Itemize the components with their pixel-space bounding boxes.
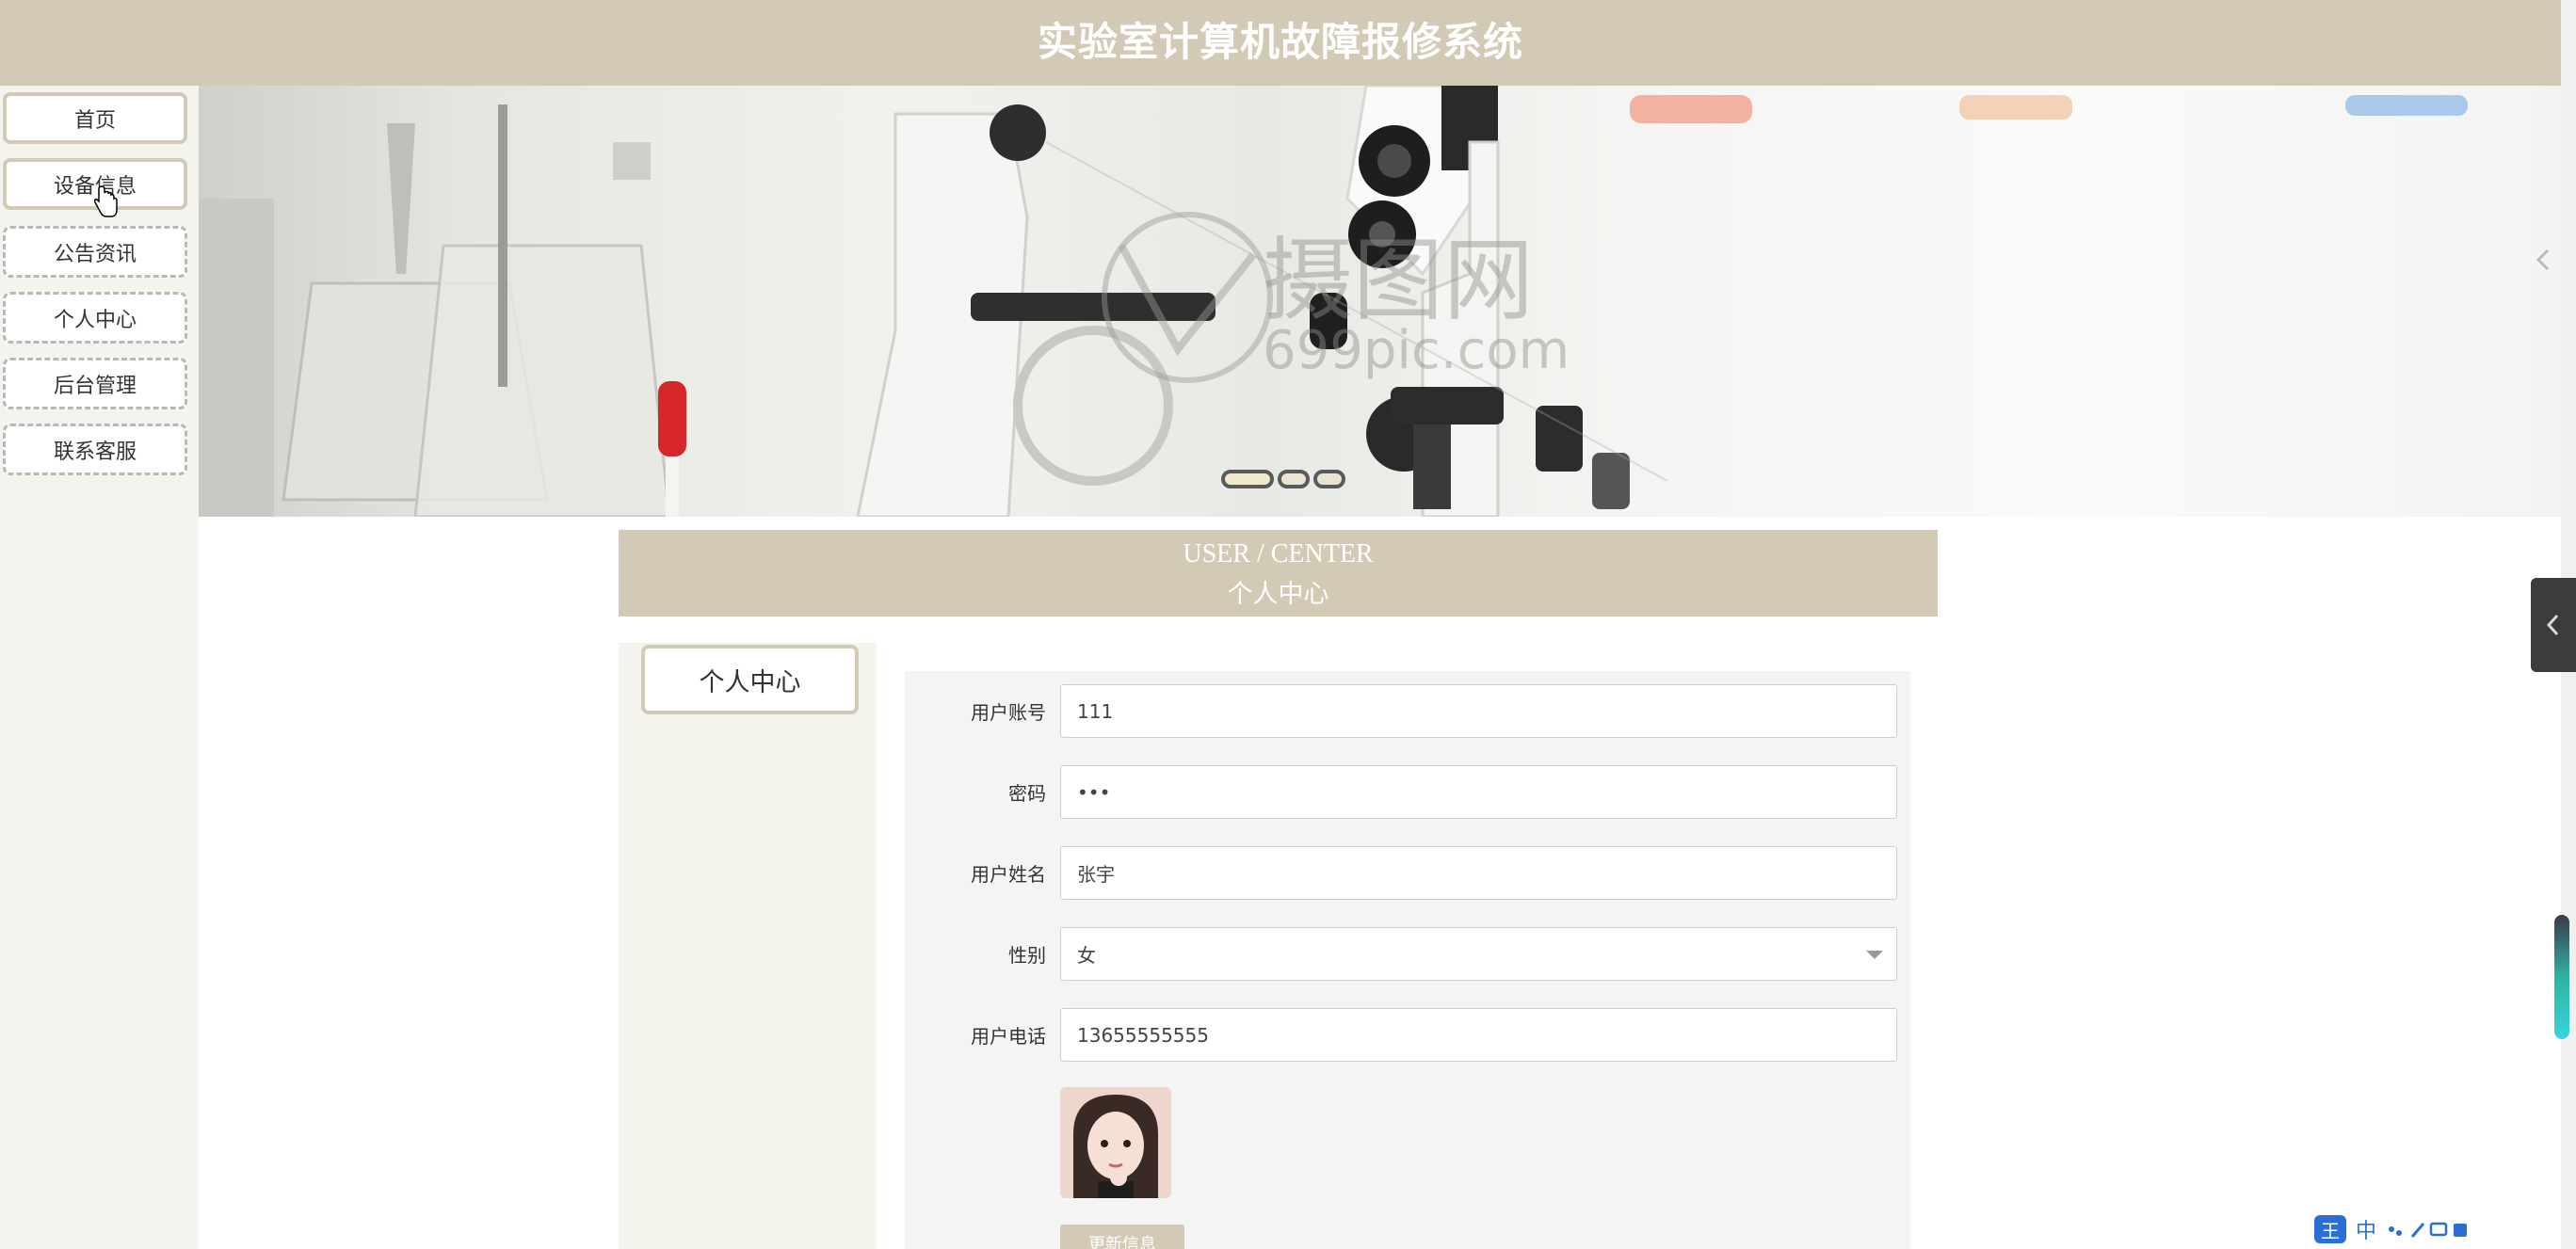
ime-logo-icon[interactable]: 王	[2314, 1215, 2346, 1243]
carousel-indicators	[1221, 470, 1345, 488]
chevron-left-icon	[2546, 614, 2559, 636]
banner-watermark-en: 699pic.com	[1263, 320, 1570, 381]
carousel-dot-2[interactable]	[1278, 470, 1310, 488]
system-tray: 王 中	[2314, 1215, 2471, 1243]
sidebar-nav: 首页 设备信息 公告资讯 个人中心 后台管理 联系客服	[0, 86, 199, 1249]
user-side-panel: 个人中心	[619, 643, 877, 1249]
banner-carousel: 摄图网 699pic.com	[199, 86, 2561, 517]
personal-center-button[interactable]: 个人中心	[641, 645, 859, 714]
nav-item-announcements[interactable]: 公告资讯	[3, 226, 187, 278]
username-label: 用户账号	[971, 701, 1046, 724]
fullname-label: 用户姓名	[971, 863, 1046, 886]
ime-mode-indicator[interactable]: 中	[2356, 1214, 2376, 1244]
section-title-en: USER / CENTER	[1183, 539, 1374, 568]
ime-toolbar-icons[interactable]	[2386, 1218, 2471, 1241]
section-title: USER / CENTER 个人中心	[619, 530, 1938, 616]
site-header: 实验室计算机故障报修系统	[0, 0, 2561, 86]
banner-image: 摄图网 699pic.com	[199, 86, 2550, 517]
gender-label: 性别	[1008, 944, 1046, 967]
gender-select[interactable]: 女	[1060, 927, 1897, 981]
nav-item-admin[interactable]: 后台管理	[3, 358, 187, 409]
carousel-dot-3[interactable]	[1313, 470, 1345, 488]
username-field[interactable]: 111	[1060, 684, 1897, 738]
scrollbar-thumb[interactable]	[2554, 915, 2569, 1039]
gender-selected-value: 女	[1077, 944, 1096, 967]
update-info-button[interactable]: 更新信息	[1060, 1225, 1184, 1249]
nav-item-customer-service[interactable]: 联系客服	[3, 424, 187, 475]
profile-form: 用户账号 111 密码 ••• 用户姓名 张宇 性别 女 用户电话 136555…	[905, 671, 1910, 1249]
phone-field[interactable]: 13655555555	[1060, 1008, 1897, 1062]
carousel-dot-1[interactable]	[1221, 470, 1274, 488]
avatar-image[interactable]	[1060, 1087, 1171, 1198]
section-title-cn: 个人中心	[1227, 580, 1329, 608]
site-title: 实验室计算机故障报修系统	[1037, 19, 1523, 65]
password-field[interactable]: •••	[1060, 765, 1897, 819]
phone-label: 用户电话	[971, 1025, 1046, 1048]
side-drawer-toggle[interactable]	[2531, 578, 2576, 672]
fullname-field[interactable]: 张宇	[1060, 846, 1897, 900]
nav-item-personal-center[interactable]: 个人中心	[3, 292, 187, 344]
nav-item-home[interactable]: 首页	[3, 92, 187, 144]
caret-down-icon	[1866, 951, 1883, 959]
banner-watermark-cn: 摄图网	[1263, 228, 1534, 333]
password-label: 密码	[1008, 782, 1046, 805]
cursor-icon	[94, 185, 118, 217]
